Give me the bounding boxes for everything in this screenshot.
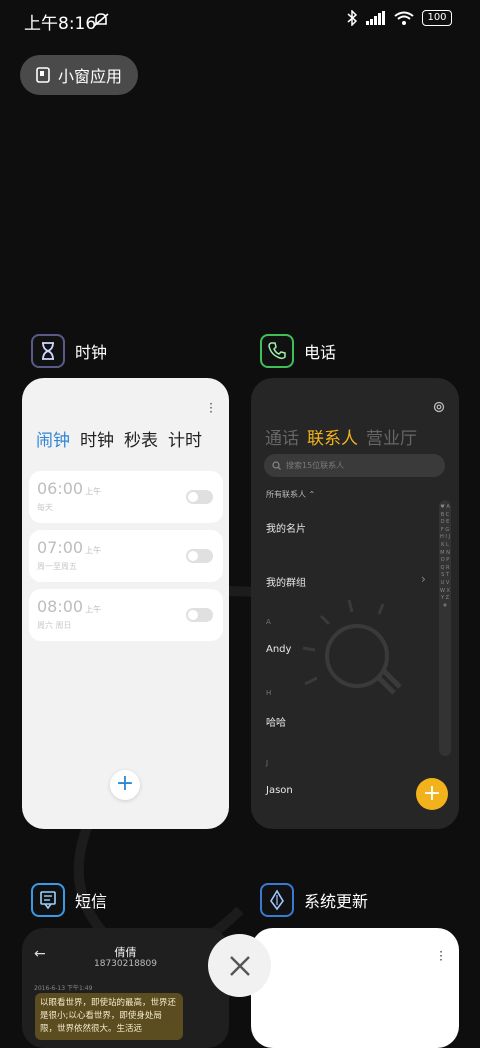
- signal-icon: [366, 11, 385, 25]
- system-update-app-card[interactable]: · · ·: [251, 928, 459, 1048]
- sms-app-card[interactable]: ← 倩倩 18730218809 2016-6-13 下午1:49 以眼看世界，…: [22, 928, 229, 1048]
- alarm-repeat: 每天: [37, 503, 53, 512]
- phone-app-header[interactable]: 电话: [260, 334, 336, 368]
- tab-contacts[interactable]: 联系人: [307, 424, 358, 449]
- more-options-icon[interactable]: · · ·: [439, 946, 443, 966]
- contact-search-input[interactable]: 搜索15位联系人: [264, 454, 445, 477]
- contact-name: 倩倩: [114, 946, 137, 959]
- my-card-item[interactable]: 我的名片: [266, 520, 306, 535]
- floating-window-apps-button[interactable]: 小窗应用: [20, 55, 138, 95]
- section-letter: H: [266, 689, 272, 697]
- system-update-app-name: 系统更新: [304, 892, 369, 911]
- update-icon: [260, 883, 294, 917]
- contact-item[interactable]: Andy: [266, 644, 291, 655]
- alarm-ampm: 上午: [85, 546, 102, 555]
- clock-app-name: 时钟: [75, 343, 108, 362]
- chevron-right-icon: ›: [421, 572, 426, 586]
- alarm-ampm: 上午: [85, 605, 102, 614]
- floating-window-icon: [36, 67, 50, 83]
- phone-tabs: 通话 联系人 营业厅: [265, 424, 417, 449]
- alarm-time: 07:00: [37, 538, 84, 557]
- alarm-time: 06:00: [37, 479, 84, 498]
- wifi-icon: [394, 11, 414, 25]
- search-placeholder: 搜索15位联系人: [286, 461, 345, 470]
- close-icon: [229, 955, 250, 976]
- more-options-icon[interactable]: · · ·: [209, 398, 213, 418]
- message-timestamp: 2016-6-13 下午1:49: [34, 985, 93, 992]
- alarm-repeat: 周六 周日: [37, 621, 72, 630]
- contact-filter-dropdown[interactable]: 所有联系人 ⌃: [266, 489, 315, 500]
- alarm-ampm: 上午: [85, 487, 102, 496]
- floating-window-label: 小窗应用: [58, 67, 123, 86]
- status-time: 上午8:16: [24, 14, 97, 34]
- alarm-toggle[interactable]: [186, 490, 213, 504]
- settings-icon[interactable]: [433, 401, 445, 413]
- clock-tabs: 闹钟 时钟 秒表 计时: [36, 426, 202, 451]
- phone-app-name: 电话: [304, 343, 337, 362]
- status-icons: 100: [346, 10, 452, 26]
- my-groups-item[interactable]: 我的群组: [266, 574, 306, 589]
- contact-item[interactable]: 哈哈: [266, 714, 286, 729]
- alarm-time: 08:00: [37, 597, 84, 616]
- search-icon: [272, 461, 281, 470]
- tab-clock[interactable]: 时钟: [80, 426, 114, 451]
- alarm-item[interactable]: 06:00 上午 每天: [29, 471, 223, 523]
- alarm-item[interactable]: 08:00 上午 周六 周日: [29, 589, 223, 641]
- alphabet-index-bar[interactable]: ♥ A B C D E F G H I J K L M N O P Q R S …: [439, 500, 451, 756]
- bluetooth-icon: [347, 10, 358, 26]
- tab-stopwatch[interactable]: 秒表: [124, 426, 158, 451]
- close-all-button[interactable]: [208, 934, 271, 997]
- contact-item[interactable]: Jason: [266, 785, 293, 796]
- alarm-item[interactable]: 07:00 上午 周一至周五: [29, 530, 223, 582]
- alarm-toggle[interactable]: [186, 549, 213, 563]
- battery-indicator: 100: [422, 10, 452, 26]
- tab-service-hall[interactable]: 营业厅: [366, 424, 417, 449]
- clock-app-header[interactable]: 时钟: [31, 334, 107, 368]
- status-bar: 上午8:16 100: [0, 0, 480, 40]
- clock-app-card[interactable]: · · · 闹钟 时钟 秒表 计时 06:00 上午 每天 07:00 上午 周一至周五…: [22, 378, 229, 829]
- add-contact-button[interactable]: +: [416, 778, 448, 810]
- alarm-repeat: 周一至周五: [37, 562, 77, 571]
- hourglass-icon: [31, 334, 65, 368]
- tab-alarm[interactable]: 闹钟: [36, 426, 70, 451]
- mute-bell-icon: [93, 13, 109, 27]
- tab-calls[interactable]: 通话: [265, 424, 299, 449]
- alarm-toggle[interactable]: [186, 608, 213, 622]
- phone-app-card[interactable]: 通话 联系人 营业厅 搜索15位联系人 所有联系人 ⌃ 我的名片 我的群组 › …: [251, 378, 459, 829]
- message-icon: [31, 883, 65, 917]
- contact-number: 18730218809: [94, 959, 157, 969]
- lightbulb-illustration: [302, 599, 402, 695]
- phone-icon: [260, 334, 294, 368]
- section-letter: A: [266, 618, 271, 626]
- add-alarm-button[interactable]: +: [110, 770, 140, 800]
- section-letter: J: [266, 759, 269, 767]
- sms-app-header[interactable]: 短信: [31, 883, 107, 917]
- message-bubble: 以眼看世界，即使站的最高，世界还是很小;以心看世界，即使身处局限，世界依然很大。…: [35, 993, 183, 1040]
- system-update-app-header[interactable]: 系统更新: [260, 883, 368, 917]
- sms-app-name: 短信: [75, 892, 108, 911]
- tab-timer[interactable]: 计时: [168, 426, 202, 451]
